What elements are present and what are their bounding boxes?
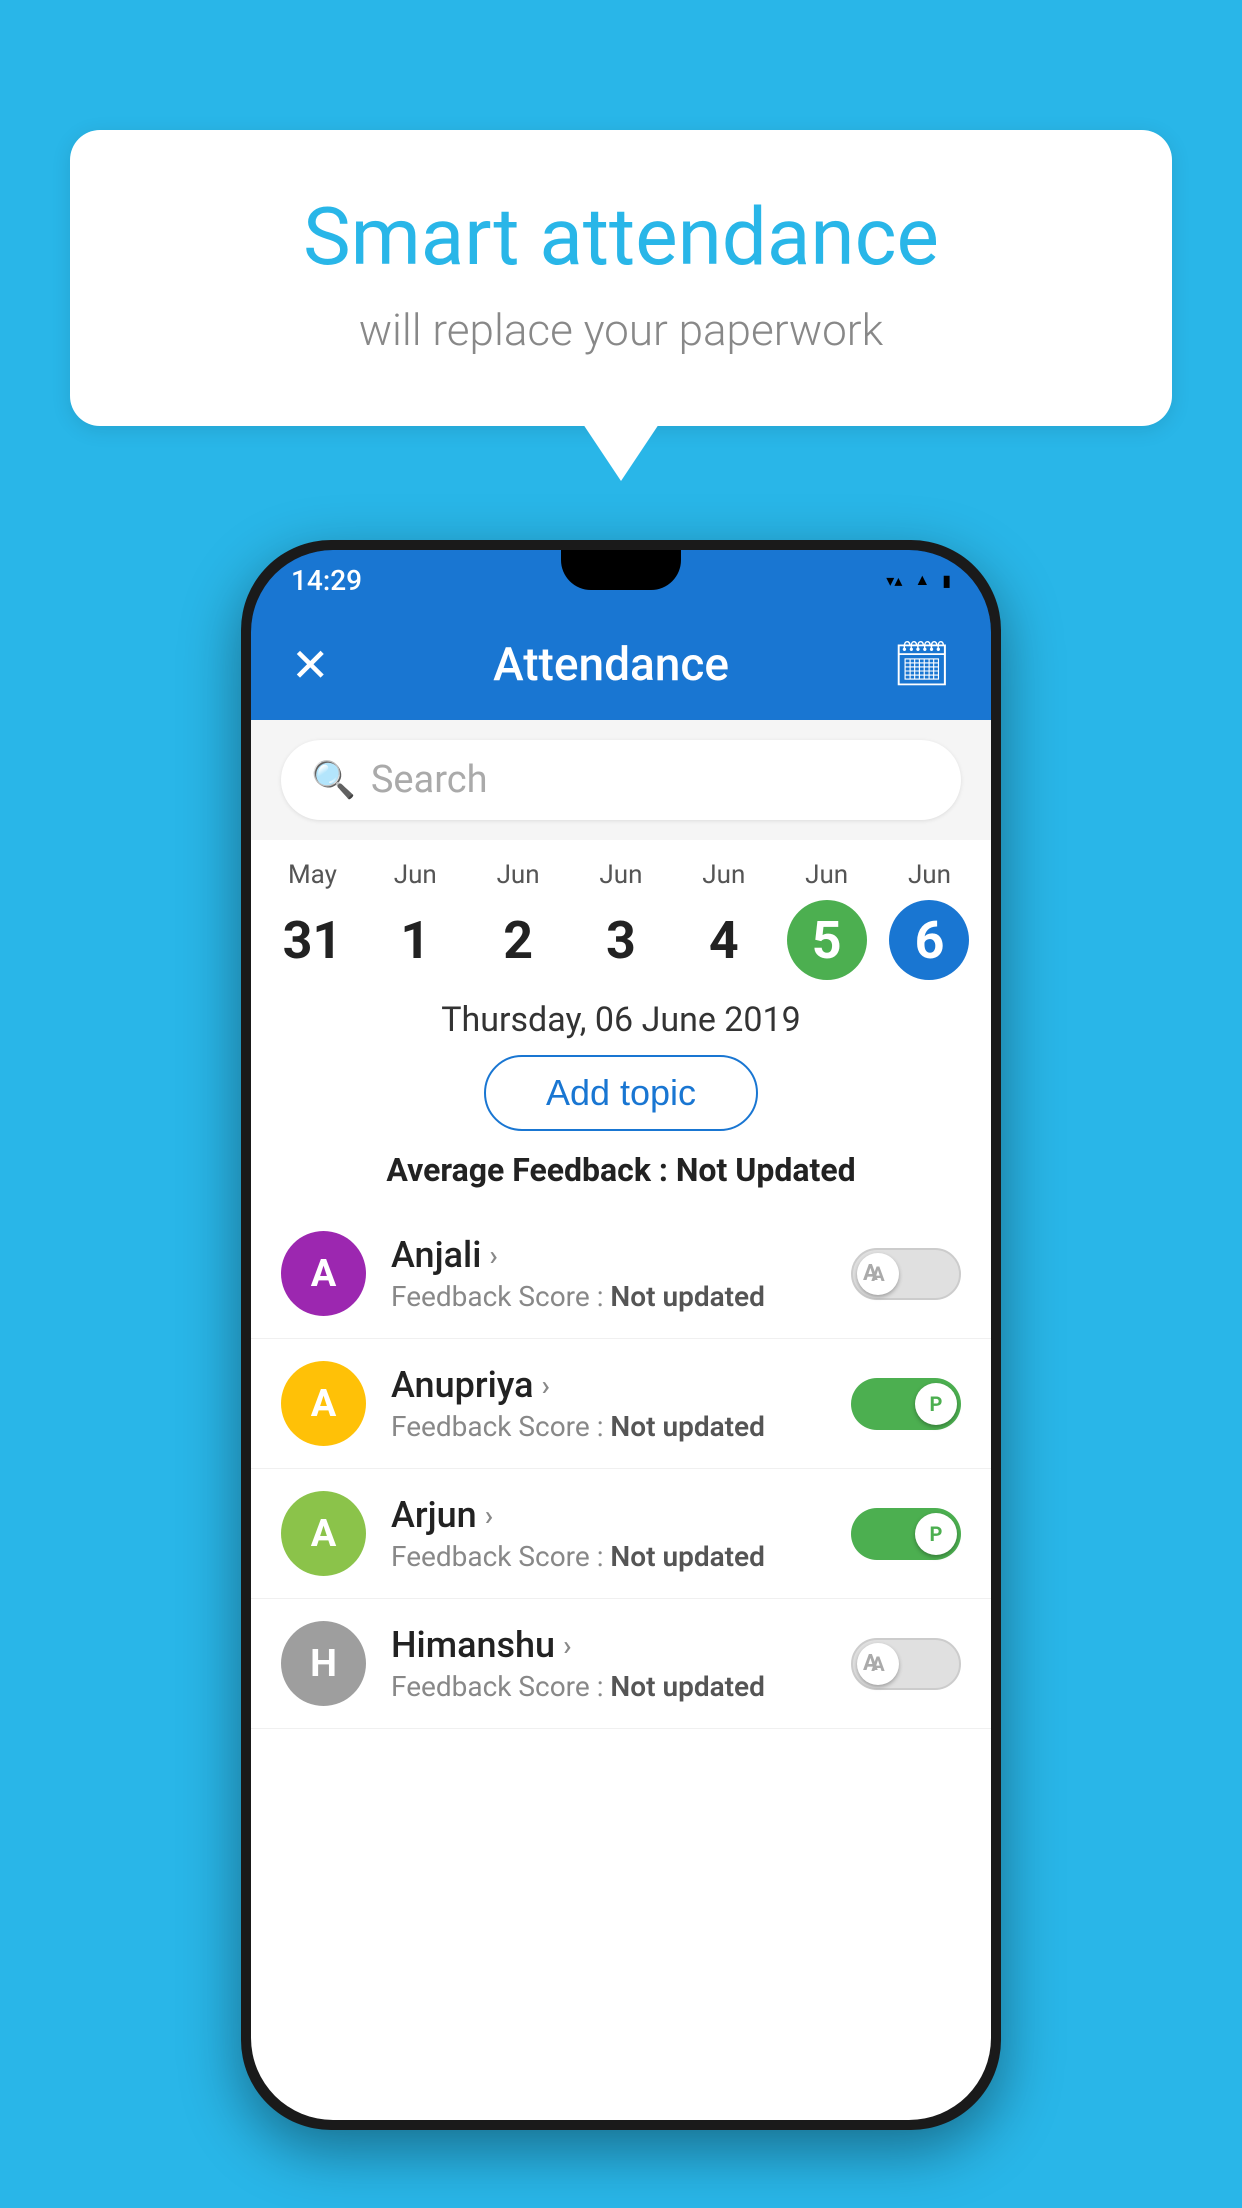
avatar: A [281, 1361, 366, 1446]
day-number: 1 [375, 900, 455, 980]
add-topic-button[interactable]: Add topic [484, 1055, 758, 1131]
signal-icon: ▲ [914, 570, 930, 590]
speech-bubble: Smart attendance will replace your paper… [70, 130, 1172, 426]
bubble-title: Smart attendance [150, 190, 1092, 284]
app-title: Attendance [493, 638, 729, 692]
chevron-icon: › [563, 1629, 571, 1662]
phone-frame: 14:29 ▾▴ ▲ ▮ ✕ Attendance 🗓 🔍 [241, 540, 1001, 2130]
day-month: Jun [805, 860, 848, 890]
attendance-toggle[interactable]: P [851, 1378, 961, 1430]
attendance-toggle[interactable]: P [851, 1508, 961, 1560]
chevron-icon: › [542, 1369, 550, 1402]
day-month: Jun [599, 860, 642, 890]
attendance-toggle[interactable]: AA [851, 1248, 961, 1300]
avatar: A [281, 1231, 366, 1316]
list-item[interactable]: A Anjali › Feedback Score : Not updated AA [251, 1209, 991, 1339]
calendar-icon[interactable]: 🗓 [893, 638, 951, 692]
day-number: 6 [889, 900, 969, 980]
day-number: 5 [787, 900, 867, 980]
student-list: AAnjali ›Feedback Score : Not updatedAAA… [251, 1209, 991, 1729]
screen-content: 🔍 Search May 31 Jun 1 Jun 2 Jun 3 Jun 4 Jun 5 Jun 6 T… [251, 720, 991, 2120]
list-item[interactable]: A Arjun › Feedback Score : Not updated P [251, 1469, 991, 1599]
status-icons: ▾▴ ▲ ▮ [886, 570, 951, 590]
feedback-score: Feedback Score : Not updated [391, 1410, 765, 1443]
calendar-day[interactable]: Jun 3 [571, 860, 671, 980]
close-icon[interactable]: ✕ [291, 638, 330, 693]
day-number: 4 [684, 900, 764, 980]
calendar-day[interactable]: Jun 6 [879, 860, 979, 980]
calendar-day[interactable]: Jun 1 [365, 860, 465, 980]
day-month: Jun [908, 860, 951, 890]
student-name: Arjun › [391, 1494, 765, 1536]
search-bar[interactable]: 🔍 Search [281, 740, 961, 820]
average-feedback: Average Feedback : Not Updated [251, 1151, 991, 1189]
status-bar: 14:29 ▾▴ ▲ ▮ [251, 550, 991, 610]
calendar-day[interactable]: Jun 2 [468, 860, 568, 980]
day-number: 31 [272, 900, 352, 980]
wifi-icon: ▾▴ [886, 571, 902, 590]
toggle-label: A [863, 1261, 878, 1286]
toggle-knob: P [915, 1513, 957, 1555]
date-label: Thursday, 06 June 2019 [251, 1000, 991, 1040]
speech-bubble-container: Smart attendance will replace your paper… [70, 130, 1172, 426]
search-placeholder: Search [371, 758, 488, 802]
calendar-day[interactable]: May 31 [262, 860, 362, 980]
student-name: Anupriya › [391, 1364, 765, 1406]
phone-outer: 14:29 ▾▴ ▲ ▮ ✕ Attendance 🗓 🔍 [241, 540, 1001, 2130]
avatar: A [281, 1491, 366, 1576]
avg-feedback-label: Average Feedback : [386, 1151, 675, 1189]
chevron-icon: › [489, 1239, 497, 1272]
toggle-label: A [863, 1651, 878, 1676]
app-bar: ✕ Attendance 🗓 [251, 610, 991, 720]
feedback-score: Feedback Score : Not updated [391, 1670, 765, 1703]
status-time: 14:29 [291, 564, 362, 597]
day-month: Jun [394, 860, 437, 890]
calendar-day[interactable]: Jun 4 [674, 860, 774, 980]
student-name: Himanshu › [391, 1624, 765, 1666]
calendar-row: May 31 Jun 1 Jun 2 Jun 3 Jun 4 Jun 5 Jun 6 [251, 840, 991, 980]
day-month: Jun [497, 860, 540, 890]
list-item[interactable]: H Himanshu › Feedback Score : Not updated A… [251, 1599, 991, 1729]
search-container: 🔍 Search [251, 720, 991, 840]
calendar-day[interactable]: Jun 5 [777, 860, 877, 980]
search-icon: 🔍 [311, 759, 356, 801]
notch [561, 550, 681, 590]
feedback-score: Feedback Score : Not updated [391, 1280, 765, 1313]
add-topic-container: Add topic [251, 1055, 991, 1131]
chevron-icon: › [485, 1499, 493, 1532]
bubble-subtitle: will replace your paperwork [150, 304, 1092, 356]
toggle-knob: P [915, 1383, 957, 1425]
attendance-toggle[interactable]: AA [851, 1638, 961, 1690]
feedback-score: Feedback Score : Not updated [391, 1540, 765, 1573]
phone-inner: 14:29 ▾▴ ▲ ▮ ✕ Attendance 🗓 🔍 [251, 550, 991, 2120]
battery-icon: ▮ [942, 571, 951, 590]
avg-feedback-value: Not Updated [676, 1151, 856, 1189]
avatar: H [281, 1621, 366, 1706]
day-month: Jun [702, 860, 745, 890]
day-month: May [288, 860, 337, 890]
student-name: Anjali › [391, 1234, 765, 1276]
list-item[interactable]: A Anupriya › Feedback Score : Not updated P [251, 1339, 991, 1469]
day-number: 2 [478, 900, 558, 980]
day-number: 3 [581, 900, 661, 980]
